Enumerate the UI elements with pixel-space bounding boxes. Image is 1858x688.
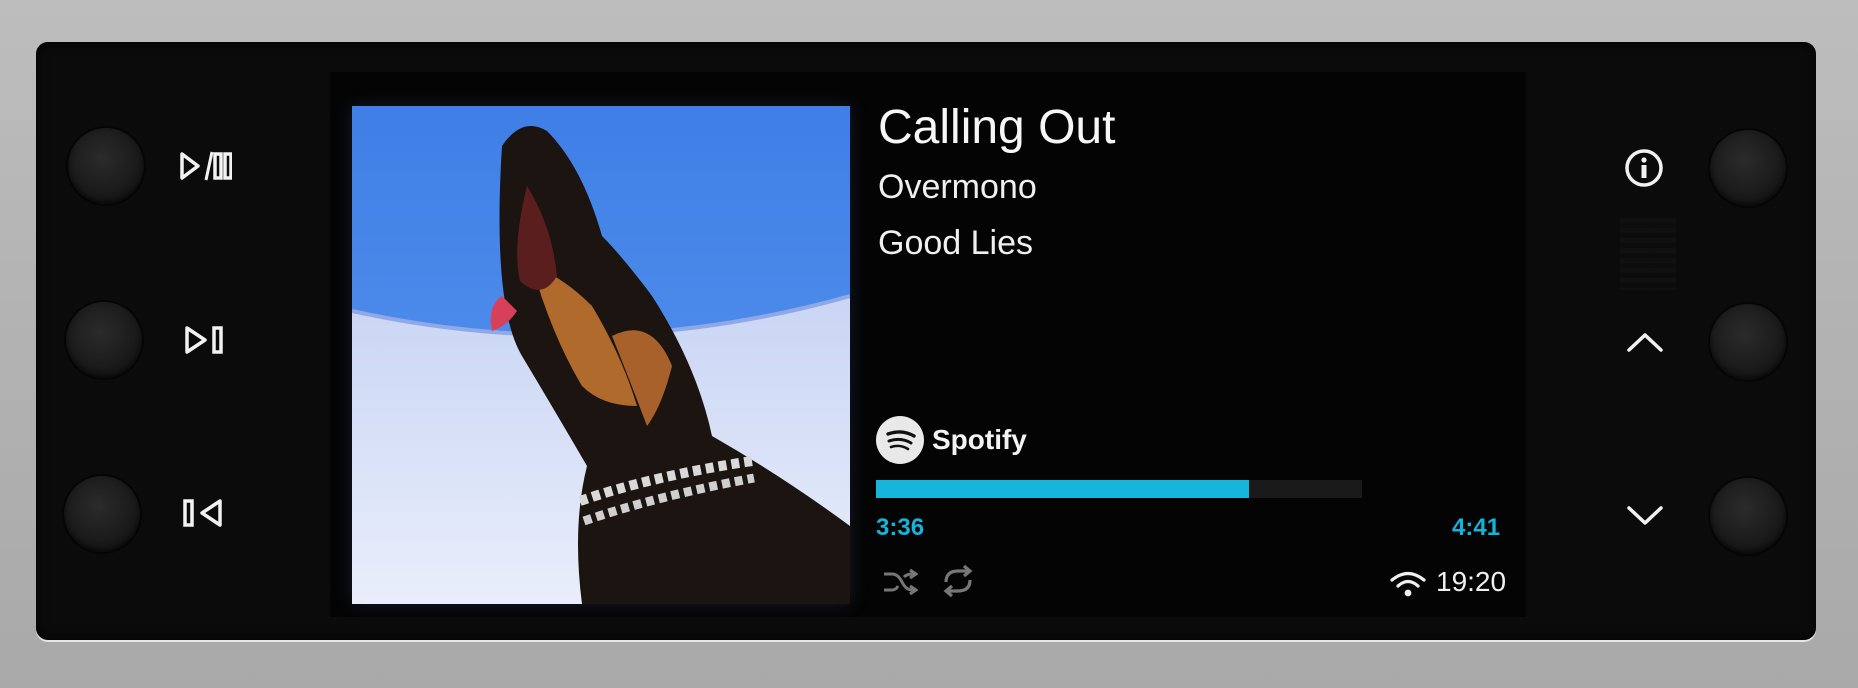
previous-track-icon [182, 497, 224, 529]
shuffle-icon[interactable] [882, 568, 918, 596]
elapsed-time: 3:36 [876, 514, 925, 541]
wifi-icon [1390, 570, 1426, 598]
knob-down[interactable] [1710, 478, 1786, 554]
chevron-down-icon[interactable] [1626, 504, 1664, 528]
knob-next-track[interactable] [66, 302, 142, 378]
knob-info[interactable] [1710, 130, 1786, 206]
knob-up[interactable] [1710, 304, 1786, 380]
knob-previous-track[interactable] [64, 476, 140, 552]
chevron-up-icon[interactable] [1626, 330, 1664, 354]
play-pause-icon [180, 150, 232, 182]
spotify-label: Spotify [932, 424, 1027, 455]
info-icon[interactable] [1624, 148, 1664, 188]
repeat-icon[interactable] [940, 564, 976, 598]
album-art [352, 106, 850, 604]
source-spotify: Spotify [876, 416, 1027, 464]
knob-play-pause[interactable] [68, 128, 144, 204]
sensor-grille [1620, 218, 1676, 290]
spotify-icon [876, 416, 924, 464]
progress-bar[interactable] [876, 480, 1362, 498]
clock: 19:20 [1436, 566, 1507, 597]
track-artist: Overmono [878, 168, 1037, 206]
next-track-icon [184, 324, 226, 356]
progress-fill [876, 480, 1250, 498]
track-album: Good Lies [878, 224, 1033, 262]
total-time: 4:41 [1452, 514, 1501, 541]
track-title: Calling Out [878, 101, 1116, 154]
